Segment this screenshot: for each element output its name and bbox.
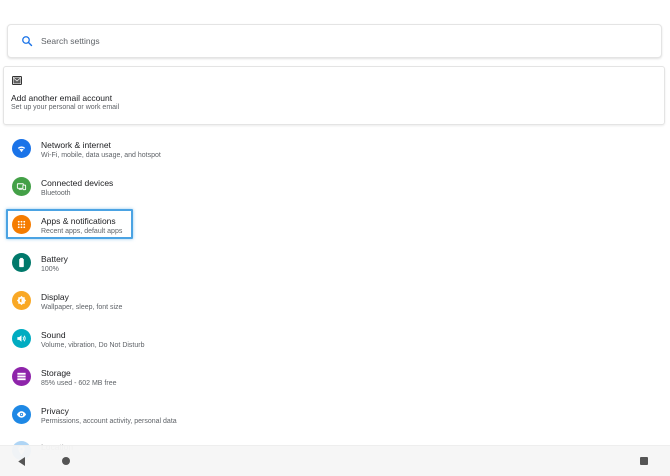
settings-item-network[interactable]: Network & internet Wi-Fi, mobile, data u…: [0, 134, 670, 172]
volume-icon: [12, 329, 31, 348]
search-icon: [22, 36, 33, 47]
wifi-icon: [12, 139, 31, 158]
eye-icon: [12, 405, 31, 424]
settings-item-label: Sound: [41, 330, 66, 340]
settings-item-connected-devices[interactable]: Connected devices Bluetooth: [0, 172, 670, 210]
home-icon[interactable]: [62, 457, 70, 465]
email-suggestion-subtitle: Set up your personal or work email: [11, 104, 120, 111]
email-suggestion-title: Add another email account: [11, 93, 113, 103]
settings-item-label: Storage: [41, 368, 71, 378]
settings-item-summary: Wallpaper, sleep, font size: [41, 304, 123, 311]
settings-item-display[interactable]: Display Wallpaper, sleep, font size: [0, 286, 670, 324]
settings-item-label: Display: [41, 292, 69, 302]
storage-icon: [12, 367, 31, 386]
settings-item-label: Connected devices: [41, 178, 114, 188]
devices-icon: [12, 177, 31, 196]
settings-item-sound[interactable]: Sound Volume, vibration, Do Not Disturb: [0, 324, 670, 362]
settings-item-summary: Bluetooth: [41, 190, 71, 197]
recents-icon[interactable]: [640, 457, 648, 465]
mail-icon: [12, 76, 22, 85]
battery-icon: [12, 253, 31, 272]
settings-item-label: Network & internet: [41, 140, 111, 150]
navigation-bar: [0, 445, 670, 476]
settings-item-label: Privacy: [41, 406, 69, 416]
brightness-icon: [12, 291, 31, 310]
settings-item-summary: Wi-Fi, mobile, data usage, and hotspot: [41, 152, 161, 159]
selection-highlight: [6, 209, 133, 239]
settings-item-summary: 85% used - 602 MB free: [41, 380, 117, 387]
back-icon[interactable]: [18, 457, 26, 466]
settings-item-summary: 100%: [41, 266, 59, 273]
search-bar[interactable]: Search settings: [7, 24, 662, 58]
search-input[interactable]: Search settings: [41, 36, 100, 46]
settings-item-label: Battery: [41, 254, 68, 264]
settings-item-summary: Permissions, account activity, personal …: [41, 418, 177, 425]
email-suggestion-card[interactable]: Add another email account Set up your pe…: [3, 66, 665, 125]
settings-item-privacy[interactable]: Privacy Permissions, account activity, p…: [0, 400, 670, 438]
settings-item-storage[interactable]: Storage 85% used - 602 MB free: [0, 362, 670, 400]
settings-item-battery[interactable]: Battery 100%: [0, 248, 670, 286]
settings-item-summary: Volume, vibration, Do Not Disturb: [41, 342, 145, 349]
